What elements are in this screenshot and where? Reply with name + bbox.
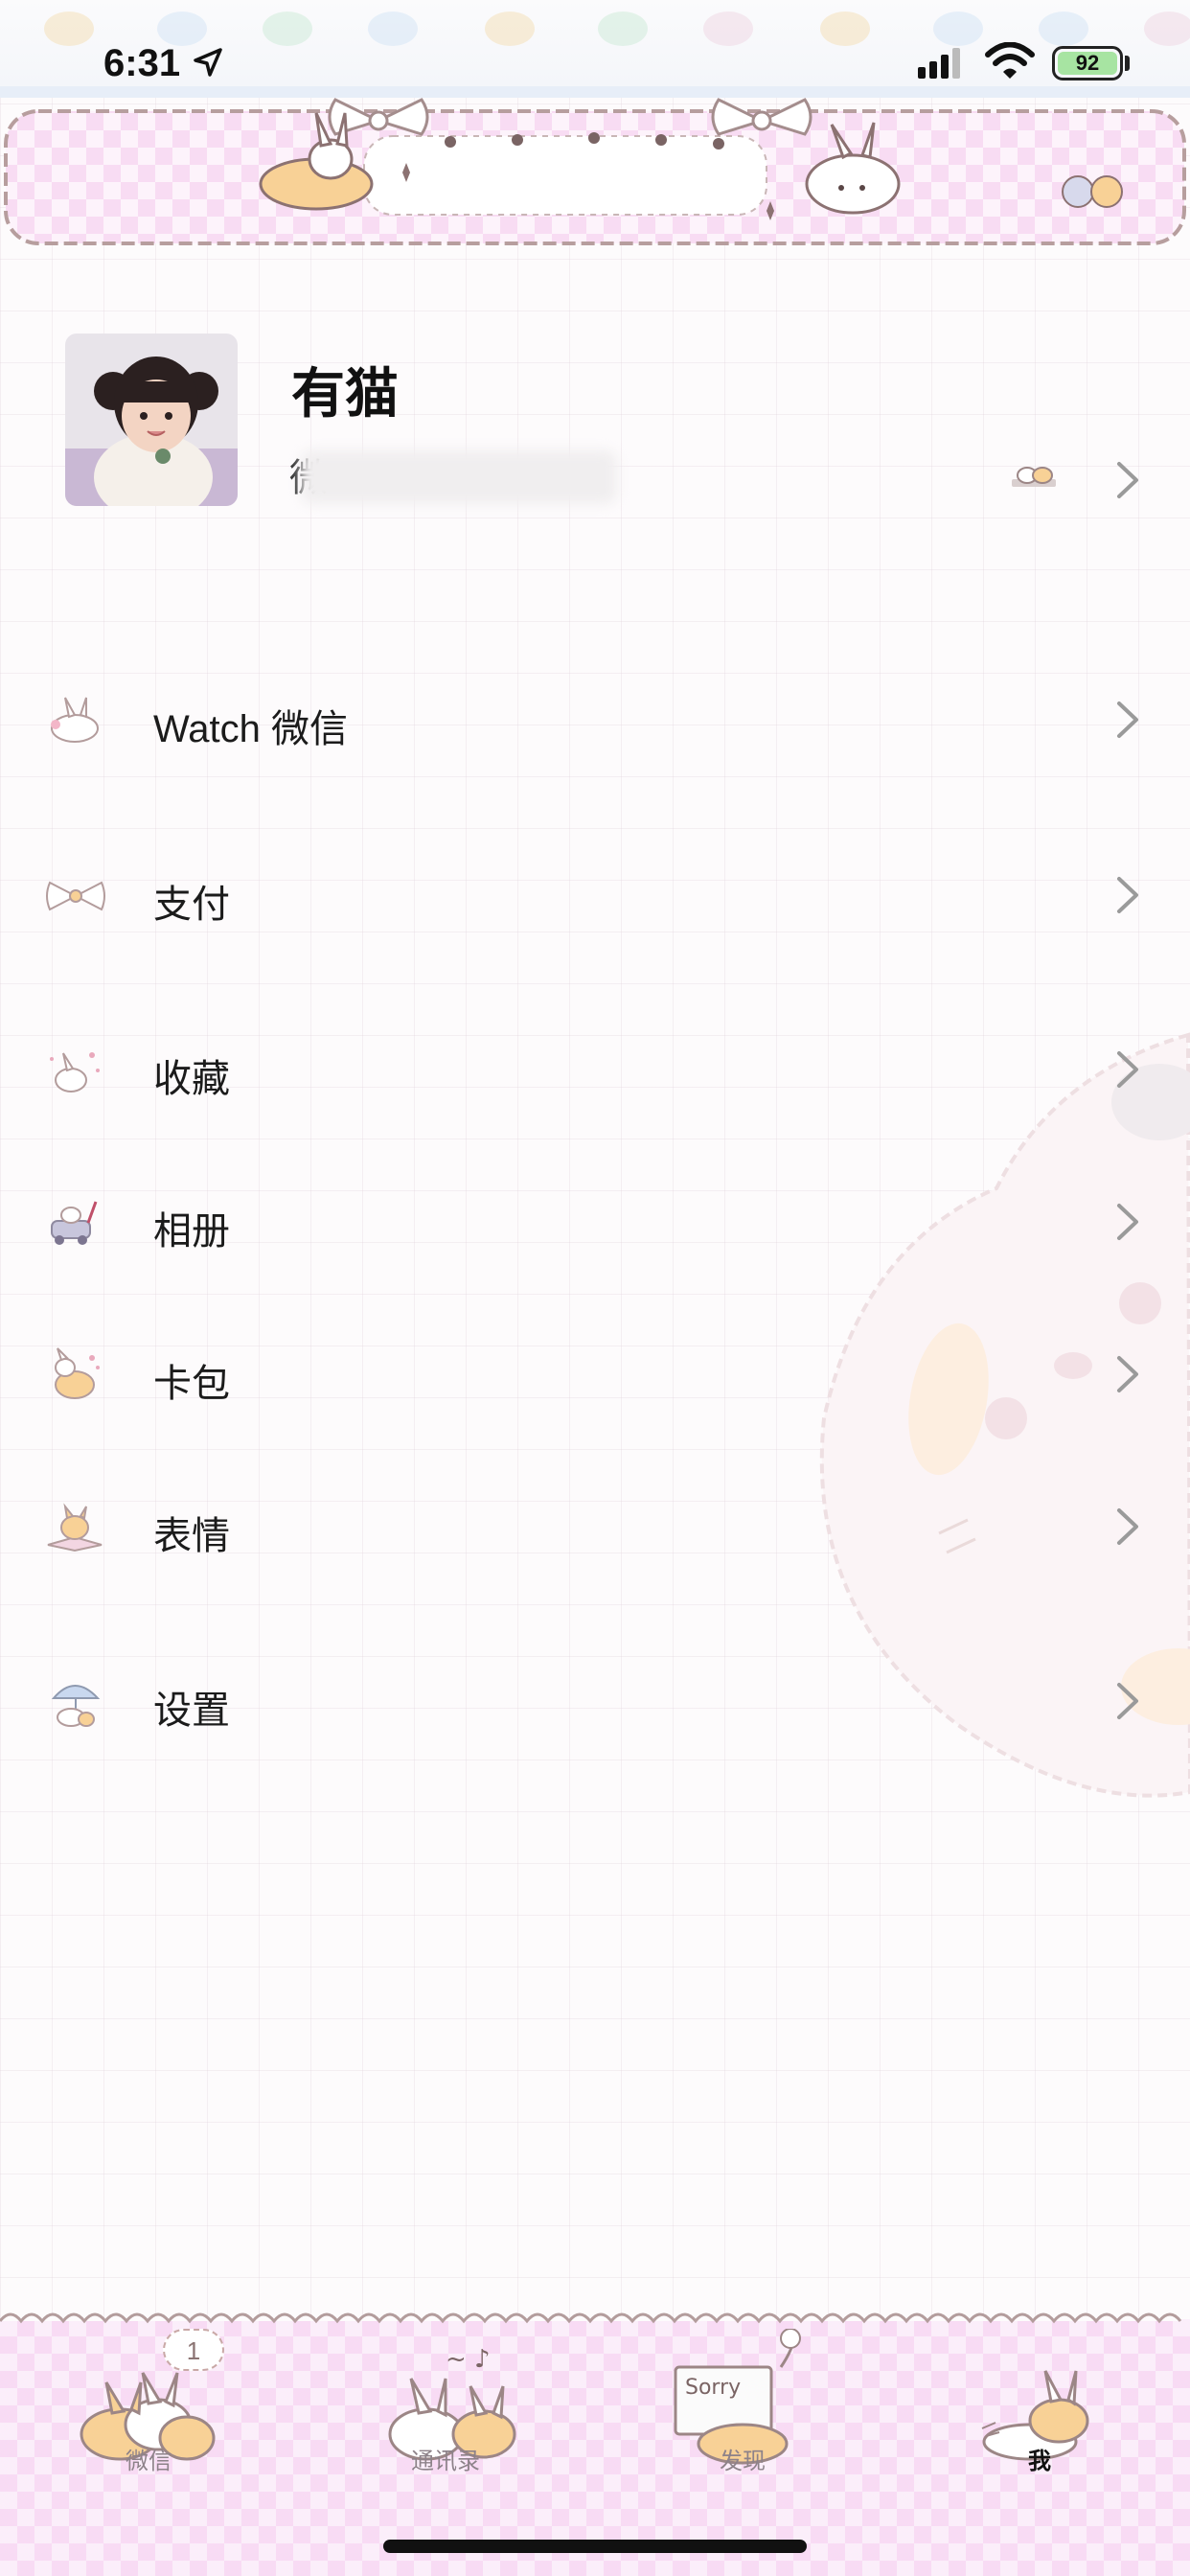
menu-item-cards[interactable]: 卡包 [0,1318,1190,1433]
tab-me[interactable]: 我 [891,2319,1188,2511]
bow-right-icon [711,98,812,136]
top-banner-decoration [4,98,1186,245]
location-arrow-icon [194,48,222,77]
avatar[interactable] [65,334,238,506]
menu-label: 收藏 [153,1058,230,1100]
svg-text:~ ♪: ~ ♪ [446,2345,491,2374]
bunny-cat-cards-icon [55,1347,100,1399]
tab-contacts[interactable]: ~ ♪ 通讯录 [297,2319,594,2511]
status-sticker-icon[interactable] [1008,456,1060,494]
tab-discover[interactable]: Sorry 发现 [594,2319,891,2511]
chevron-right-icon [1117,702,1138,738]
chevron-right-icon [1117,877,1138,913]
battery-level: 92 [1058,52,1117,75]
tab-label: 发现 [720,2449,766,2474]
menu-item-settings[interactable]: 设置 [0,1644,1190,1760]
chevron-right-icon [1117,1508,1138,1545]
battery-icon: 92 [1052,46,1123,80]
chevron-right-icon [1117,1356,1138,1392]
menu-item-album[interactable]: 相册 [0,1165,1190,1280]
home-indicator[interactable] [383,2540,807,2553]
sparkle-bunny-favorites-icon [50,1052,100,1092]
menu-item-payment[interactable]: 支付 [0,839,1190,954]
wechat-id-redacted [301,450,617,504]
menu-label: 支付 [153,884,230,926]
chevron-right-icon [1117,1051,1138,1088]
cellular-signal-icon [918,48,960,79]
bunny-watch-icon [51,697,99,743]
profile-card[interactable]: 有猫 微 [0,316,1190,518]
tab-label: 微信 [126,2449,172,2474]
menu-item-favorites[interactable]: 收藏 [0,1013,1190,1128]
tab-label: 通讯录 [411,2449,480,2474]
profile-name: 有猫 [291,363,399,424]
menu-item-watch-wechat[interactable]: Watch 微信 [0,663,1190,778]
bottom-tab-bar: 1 微信 ~ ♪ 通讯录 Sorry 发现 我 [0,2312,1190,2576]
bunny-car-album-icon [51,1201,98,1245]
chevron-right-icon [1117,462,1138,498]
chevron-right-icon [1117,1683,1138,1719]
menu-label: 设置 [153,1690,230,1732]
unread-badge: 1 [163,2329,224,2371]
avatar-photo [65,334,238,506]
status-bar: 6:31 92 [0,0,1190,98]
umbrella-cat-settings-icon [51,1685,101,1727]
cat-reading-stickers-icon [47,1503,103,1552]
menu-label: 表情 [153,1515,230,1557]
chevron-right-icon [1117,1204,1138,1240]
menu-label: 卡包 [153,1363,230,1405]
menu-item-stickers[interactable]: 表情 [0,1470,1190,1585]
tab-label: 我 [1028,2449,1051,2474]
menu-label: 相册 [153,1210,230,1253]
wifi-icon [985,42,1035,79]
status-time: 6:31 [103,42,181,84]
tab-chats[interactable]: 1 微信 [0,2319,297,2511]
battery-cap [1125,56,1130,71]
menu-label: Watch 微信 [153,708,348,750]
bow-payment-icon [46,881,105,911]
sorry-sign-text: Sorry [685,2376,741,2400]
